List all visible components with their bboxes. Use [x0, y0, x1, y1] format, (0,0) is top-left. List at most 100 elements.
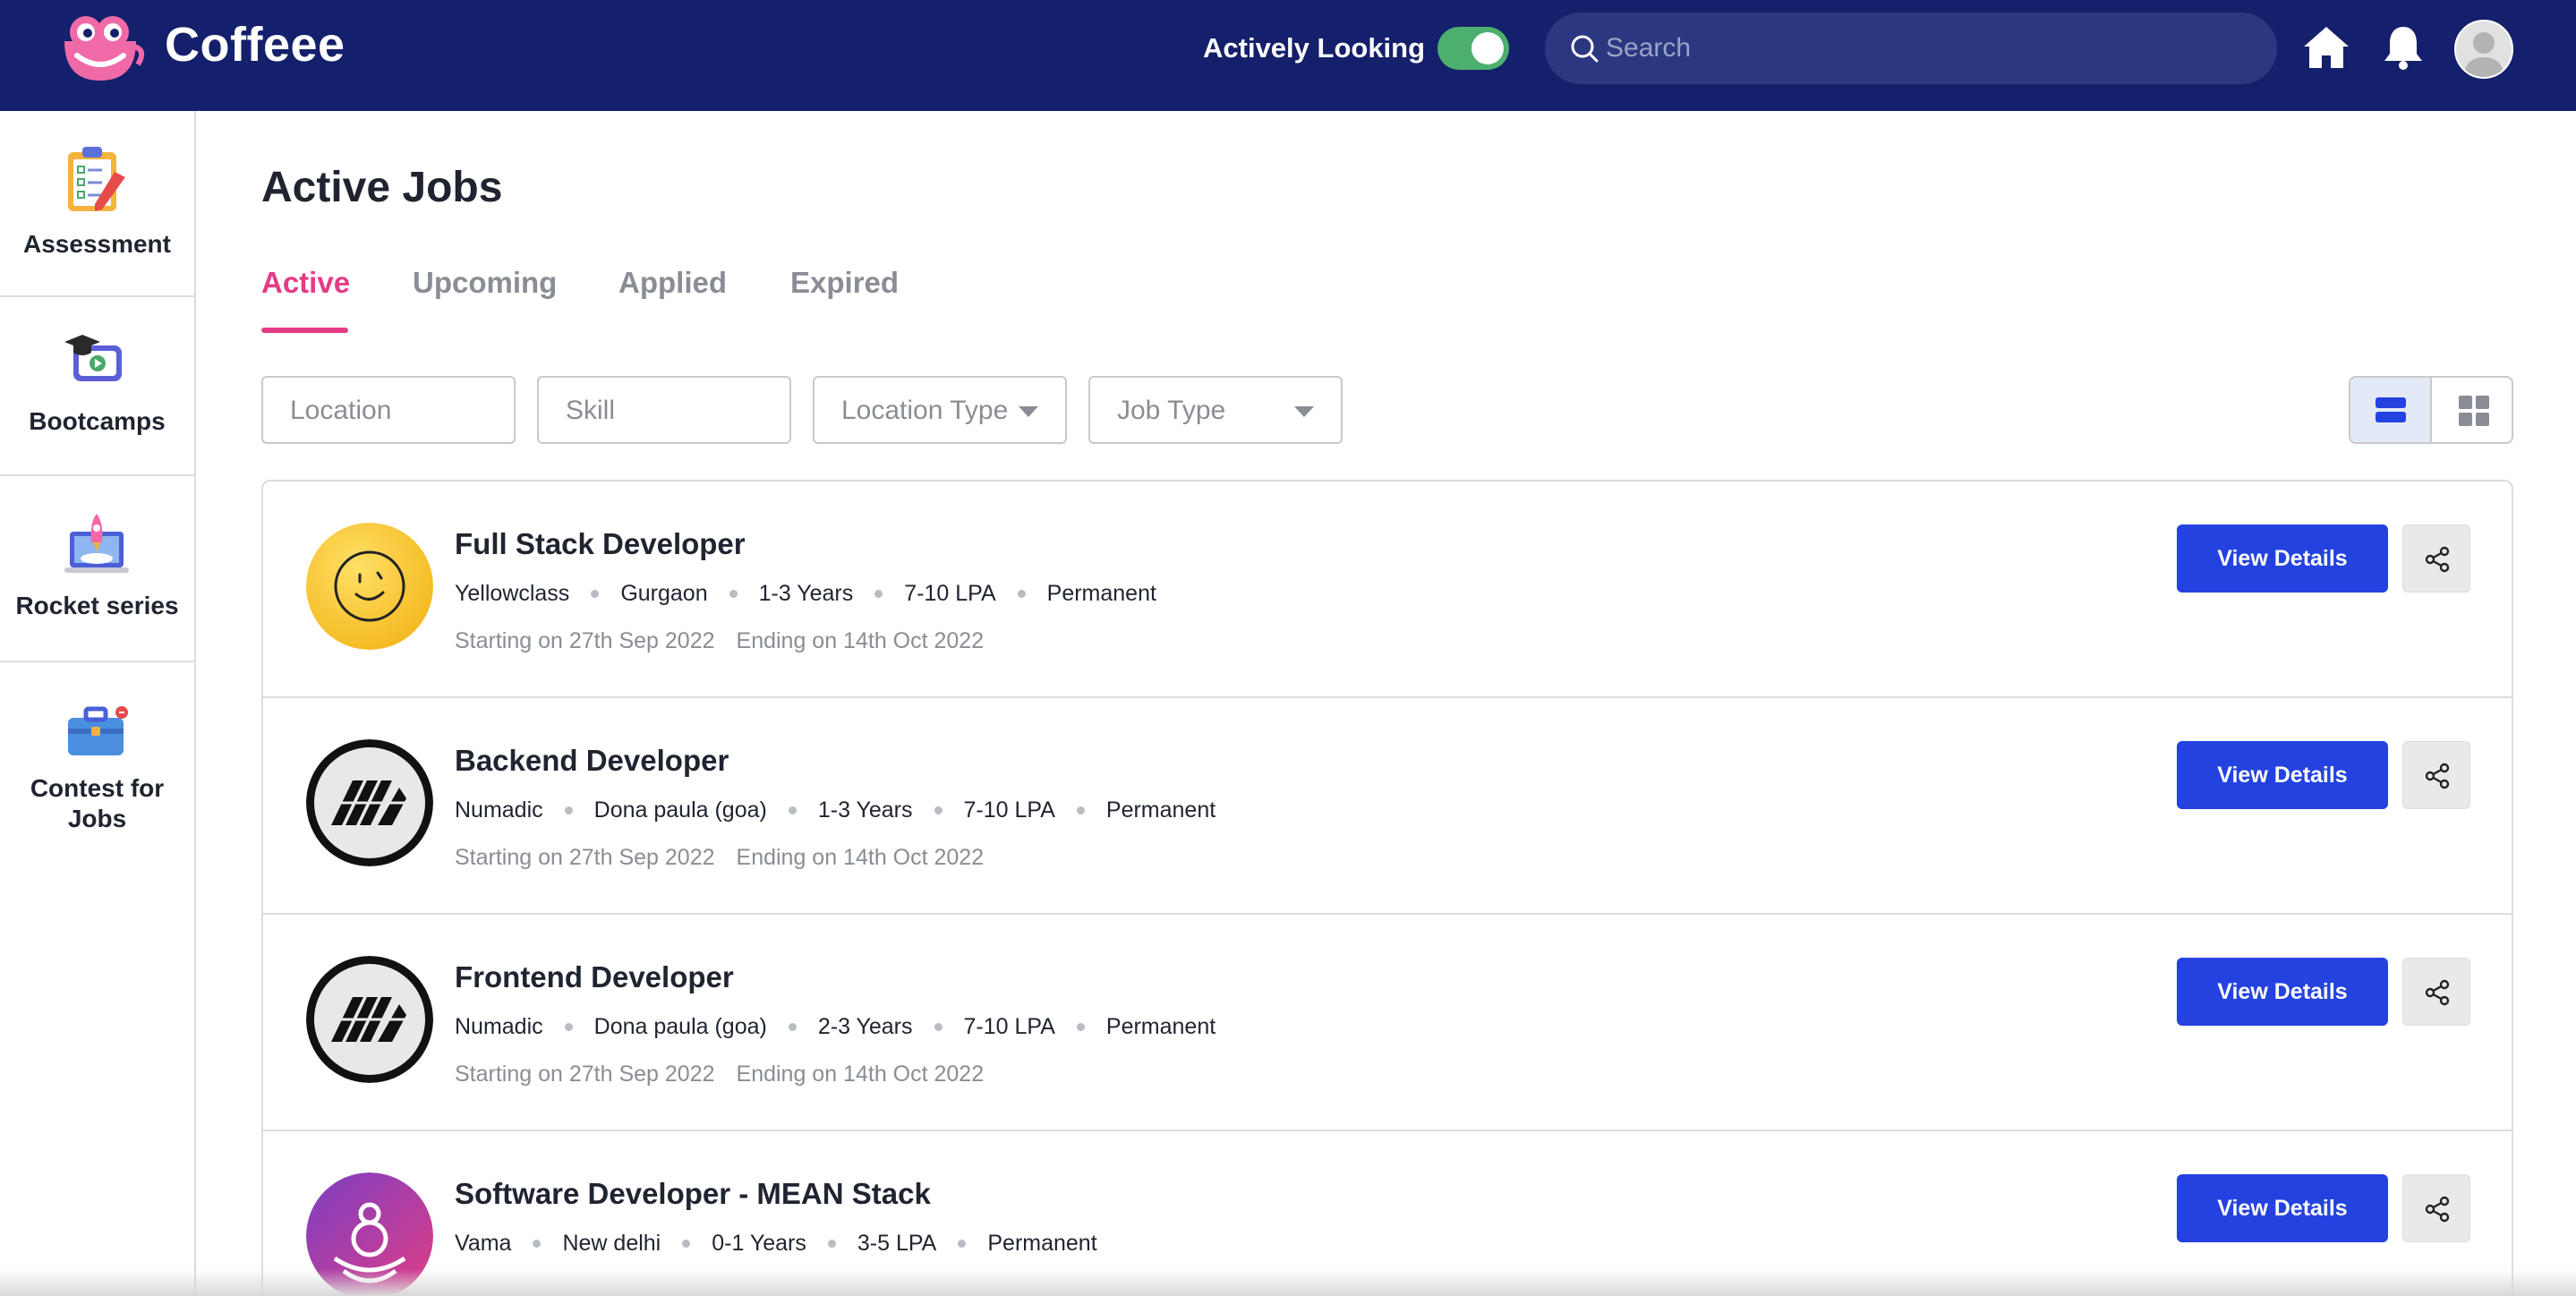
separator-dot [934, 806, 943, 814]
user-avatar-icon [2456, 21, 2512, 77]
job-salary: 7-10 LPA [904, 581, 996, 606]
chevron-down-icon [1019, 406, 1038, 417]
separator-dot [958, 1239, 967, 1248]
numadic-logo-icon [306, 739, 433, 866]
job-card[interactable]: Backend Developer Numadic Dona paula (go… [263, 698, 2512, 915]
job-type-label: Job Type [1117, 396, 1226, 425]
search-bar[interactable] [1545, 13, 2277, 84]
job-end-date: Ending on 14th Oct 2022 [736, 845, 985, 870]
active-tab-indicator [261, 328, 348, 333]
job-meta: Yellowclass Gurgaon 1-3 Years 7-10 LPA P… [455, 580, 1156, 607]
job-start-date: Starting on 27th Sep 2022 [455, 1062, 715, 1087]
view-details-button[interactable]: View Details [2177, 1174, 2388, 1242]
job-location: Gurgaon [620, 581, 708, 606]
location-type-label: Location Type [841, 396, 1009, 425]
job-location: Dona paula (goa) [593, 1014, 767, 1039]
bell-icon[interactable] [2377, 21, 2429, 73]
view-details-button[interactable]: View Details [2177, 741, 2388, 809]
job-title[interactable]: Backend Developer [455, 743, 729, 779]
job-card[interactable]: Full Stack Developer Yellowclass Gurgaon… [263, 482, 2512, 698]
rocket-laptop-icon [64, 514, 129, 573]
tab-upcoming[interactable]: Upcoming [413, 265, 557, 301]
separator-dot [1076, 806, 1085, 814]
sidebar-item-bootcamps[interactable]: Bootcamps [0, 297, 194, 476]
skill-filter[interactable] [537, 376, 791, 444]
sidebar: Assessment Bootcamps Rocket series Conte… [0, 111, 196, 1296]
share-icon [2425, 763, 2450, 789]
view-details-button[interactable]: View Details [2177, 524, 2388, 593]
separator-dot [533, 1239, 542, 1248]
job-start-date: Starting on 27th Sep 2022 [455, 845, 715, 870]
user-avatar[interactable] [2454, 20, 2513, 79]
tab-expired[interactable]: Expired [790, 265, 899, 301]
job-list: Full Stack Developer Yellowclass Gurgaon… [261, 480, 2513, 1296]
job-salary: 3-5 LPA [857, 1231, 937, 1256]
home-icon[interactable] [2300, 21, 2352, 73]
share-button[interactable] [2402, 524, 2470, 593]
job-experience: 1-3 Years [817, 797, 913, 823]
smiley-logo-icon [306, 523, 433, 650]
job-meta: Numadic Dona paula (goa) 2-3 Years 7-10 … [455, 1013, 1215, 1040]
separator-dot [1076, 1022, 1085, 1031]
tab-applied[interactable]: Applied [618, 265, 727, 301]
job-start-date: Starting on 27th Sep 2022 [455, 628, 715, 653]
location-type-dropdown[interactable]: Location Type [813, 376, 1067, 444]
job-dates: Starting on 27th Sep 2022 Ending on 14th … [455, 627, 984, 654]
briefcase-icon [68, 706, 128, 755]
chevron-down-icon [1294, 406, 1314, 417]
graduation-video-icon [64, 335, 122, 381]
share-button[interactable] [2402, 958, 2470, 1026]
sidebar-item-assessment[interactable]: Assessment [0, 111, 194, 297]
job-card[interactable]: Frontend Developer Numadic Dona paula (g… [263, 915, 2512, 1131]
job-title[interactable]: Software Developer - MEAN Stack [455, 1176, 931, 1212]
job-salary: 7-10 LPA [963, 1014, 1055, 1039]
job-type: Permanent [1105, 797, 1216, 823]
job-type: Permanent [987, 1231, 1097, 1256]
job-title[interactable]: Frontend Developer [455, 959, 734, 995]
job-end-date: Ending on 14th Oct 2022 [736, 1062, 985, 1087]
job-experience: 1-3 Years [758, 581, 854, 606]
sidebar-item-label: Bootcamps [29, 407, 166, 435]
job-company: Numadic [455, 797, 543, 823]
sidebar-item-rocket-series[interactable]: Rocket series [0, 476, 194, 662]
share-button[interactable] [2402, 741, 2470, 809]
job-company: Yellowclass [455, 581, 570, 606]
job-meta: Vama New delhi 0-1 Years 3-5 LPA Permane… [455, 1230, 1097, 1257]
job-company: Numadic [455, 1014, 543, 1039]
search-input[interactable] [1606, 27, 2250, 70]
actively-looking-label: Actively Looking [1203, 32, 1426, 64]
actively-looking-toggle[interactable] [1437, 27, 1509, 70]
list-view-button[interactable] [2350, 378, 2432, 442]
job-type-dropdown[interactable]: Job Type [1088, 376, 1343, 444]
separator-dot [874, 589, 883, 598]
separator-dot [788, 806, 797, 814]
location-input[interactable] [290, 392, 505, 430]
separator-dot [934, 1022, 943, 1031]
job-dates: Starting on 27th Sep 2022 Ending on 14th … [455, 844, 984, 871]
view-details-button[interactable]: View Details [2177, 958, 2388, 1026]
job-title[interactable]: Full Stack Developer [455, 526, 746, 562]
numadic-logo [306, 739, 433, 866]
clipboard-checklist-icon [68, 147, 125, 211]
sidebar-item-label: Rocket series [15, 592, 179, 619]
skill-input[interactable] [566, 392, 780, 430]
separator-dot [1017, 589, 1026, 598]
sidebar-item-contest-for-jobs[interactable]: Contest for Jobs [0, 662, 194, 877]
yellowclass-logo [306, 523, 433, 650]
numadic-logo-icon [306, 956, 433, 1083]
location-filter[interactable] [261, 376, 516, 444]
grid-view-icon [2459, 396, 2489, 426]
job-experience: 2-3 Years [817, 1014, 913, 1039]
job-type: Permanent [1105, 1014, 1216, 1039]
separator-dot [564, 806, 573, 814]
tab-active[interactable]: Active [261, 265, 350, 301]
separator-dot [729, 589, 738, 598]
coffeee-logo-icon[interactable] [59, 14, 145, 82]
job-dates: Starting on 27th Sep 2022 Ending on 14th … [455, 1061, 984, 1087]
brand-name[interactable]: Coffeee [165, 20, 345, 70]
separator-dot [827, 1239, 836, 1248]
grid-view-button[interactable] [2434, 378, 2512, 442]
window-bottom-edge [0, 1269, 2576, 1296]
share-button[interactable] [2402, 1174, 2470, 1242]
sidebar-item-label: Contest for Jobs [30, 774, 165, 832]
